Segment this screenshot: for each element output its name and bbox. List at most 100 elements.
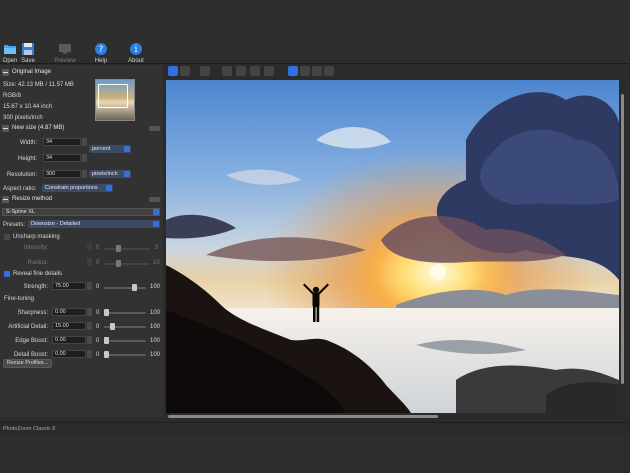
chevron-down-icon (153, 209, 159, 215)
status-bar: PhotoZoom Classic 8 (0, 422, 630, 434)
scroll-thumb[interactable] (168, 415, 438, 418)
rotate-right-icon[interactable] (264, 66, 274, 76)
original-image-header[interactable]: Original Image (2, 68, 160, 77)
resize-method-header[interactable]: Resize method (2, 195, 160, 204)
help-button[interactable]: ? Help (84, 42, 118, 64)
fine-tuning-stepper[interactable] (87, 336, 92, 344)
slider-knob[interactable] (116, 260, 121, 267)
navigator-selection[interactable] (98, 84, 128, 108)
landscape-photo (166, 80, 619, 413)
panel-options-icon[interactable] (149, 197, 160, 202)
pointer-tool-icon[interactable] (180, 66, 190, 76)
save-button[interactable]: Save (11, 42, 45, 64)
fine-tuning-input[interactable]: 0.00 (52, 308, 86, 316)
fine-tuning-input[interactable]: 0.00 (52, 336, 86, 344)
about-label: About (128, 58, 144, 64)
height-stepper[interactable] (82, 154, 87, 162)
resize-method-title: Resize method (12, 196, 53, 202)
horizontal-scrollbar[interactable] (166, 414, 619, 419)
fine-tuning-input[interactable]: 0.00 (52, 350, 86, 358)
fine-tuning-stepper[interactable] (87, 350, 92, 358)
unsharp-masking-checkbox[interactable] (4, 234, 10, 240)
resolution-unit-select[interactable]: pixels/inch (89, 170, 131, 178)
presets-select[interactable]: Downsize - Detailed (28, 220, 160, 228)
slider-knob[interactable] (110, 323, 115, 330)
aspect-ratio-select[interactable]: Constrain proportions (42, 184, 113, 192)
reveal-fine-details-checkbox[interactable] (4, 271, 10, 277)
about-button[interactable]: i About (119, 42, 153, 64)
fine-tuning-min: 0 (96, 324, 100, 330)
fine-tuning-slider[interactable] (104, 309, 146, 316)
app-name-status: PhotoZoom Classic 8 (3, 426, 56, 432)
slider-knob[interactable] (104, 337, 109, 344)
resize-method-select[interactable]: S-Spline XL (2, 208, 160, 216)
slider-knob[interactable] (116, 245, 121, 252)
radius-stepper[interactable] (87, 258, 92, 266)
resize-method-value: S-Spline XL (6, 209, 36, 215)
dimensions-text: 15.67 x 10.44 inch (3, 104, 53, 110)
resize-profiles-button[interactable]: Resize Profiles... (3, 359, 52, 368)
split-vertical-icon[interactable] (300, 66, 310, 76)
strength-stepper[interactable] (87, 282, 92, 290)
svg-text:i: i (135, 45, 138, 55)
resolution-input[interactable]: 300 (43, 170, 81, 178)
rotate-left-icon[interactable] (250, 66, 260, 76)
height-input[interactable]: 34 (43, 154, 81, 162)
main-toolbar: Open Save Preview ? Help i About (0, 0, 630, 64)
fine-tuning-stepper[interactable] (87, 322, 92, 330)
scroll-thumb[interactable] (621, 94, 624, 384)
split-horizontal-icon[interactable] (312, 66, 322, 76)
fine-tuning-slider[interactable] (104, 323, 146, 330)
slider-knob[interactable] (104, 309, 109, 316)
width-label: Width: (19, 140, 37, 146)
size-unit-select[interactable]: percent (89, 145, 131, 153)
floppy-icon (22, 43, 34, 55)
collapse-toggle-icon[interactable] (2, 196, 9, 203)
vertical-scrollbar[interactable] (620, 80, 626, 413)
fit-height-icon[interactable] (236, 66, 246, 76)
strength-max: 100 (150, 284, 161, 290)
save-label: Save (21, 58, 35, 64)
width-stepper[interactable] (82, 138, 87, 146)
width-input[interactable]: 34 (43, 138, 81, 146)
collapse-toggle-icon[interactable] (2, 69, 9, 76)
single-view-icon[interactable] (288, 66, 298, 76)
intensity-max: 5 (155, 245, 159, 251)
resolution-stepper[interactable] (82, 170, 87, 178)
chevron-down-icon (124, 146, 130, 152)
fine-tuning-slider[interactable] (104, 337, 146, 344)
intensity-stepper[interactable] (87, 243, 92, 251)
preview-button[interactable]: Preview (48, 42, 82, 64)
preview-label: Preview (54, 58, 76, 64)
fine-tuning-slider[interactable] (104, 351, 146, 358)
hand-tool-icon[interactable] (168, 66, 178, 76)
monitor-icon (59, 44, 71, 54)
new-size-header[interactable]: New size (4.87 MB) (2, 124, 160, 133)
image-preview[interactable] (166, 80, 619, 413)
aspect-ratio-label: Aspect ratio: (3, 186, 37, 192)
collapse-toggle-icon[interactable] (2, 125, 9, 132)
help-icon: ? (95, 43, 107, 55)
presets-value: Downsize - Detailed (31, 221, 80, 227)
slider-knob[interactable] (132, 284, 137, 291)
height-label: Height: (17, 156, 37, 162)
original-thumbnail[interactable] (95, 79, 135, 121)
panel-options-icon[interactable] (149, 126, 160, 131)
reveal-fine-details-label: Reveal fine details (13, 271, 63, 277)
intensity-slider[interactable] (104, 245, 150, 252)
slider-knob[interactable] (104, 351, 109, 358)
fit-width-icon[interactable] (222, 66, 232, 76)
radius-slider[interactable] (104, 260, 150, 267)
fine-tuning-input[interactable]: 15.00 (52, 322, 86, 330)
strength-input[interactable]: 75.00 (52, 282, 86, 290)
new-size-title: New size (4.87 MB) (12, 125, 65, 131)
fine-tuning-stepper[interactable] (87, 308, 92, 316)
fine-tuning-min: 0 (96, 310, 100, 316)
crop-tool-icon[interactable] (200, 66, 210, 76)
strength-label: Strength: (23, 284, 48, 290)
split-quad-icon[interactable] (324, 66, 334, 76)
fine-tuning-max: 100 (150, 352, 161, 358)
fine-tuning-label: Sharpness: (17, 310, 48, 316)
strength-slider[interactable] (104, 284, 146, 291)
fine-tuning-label: Detail Boost: (13, 352, 48, 358)
